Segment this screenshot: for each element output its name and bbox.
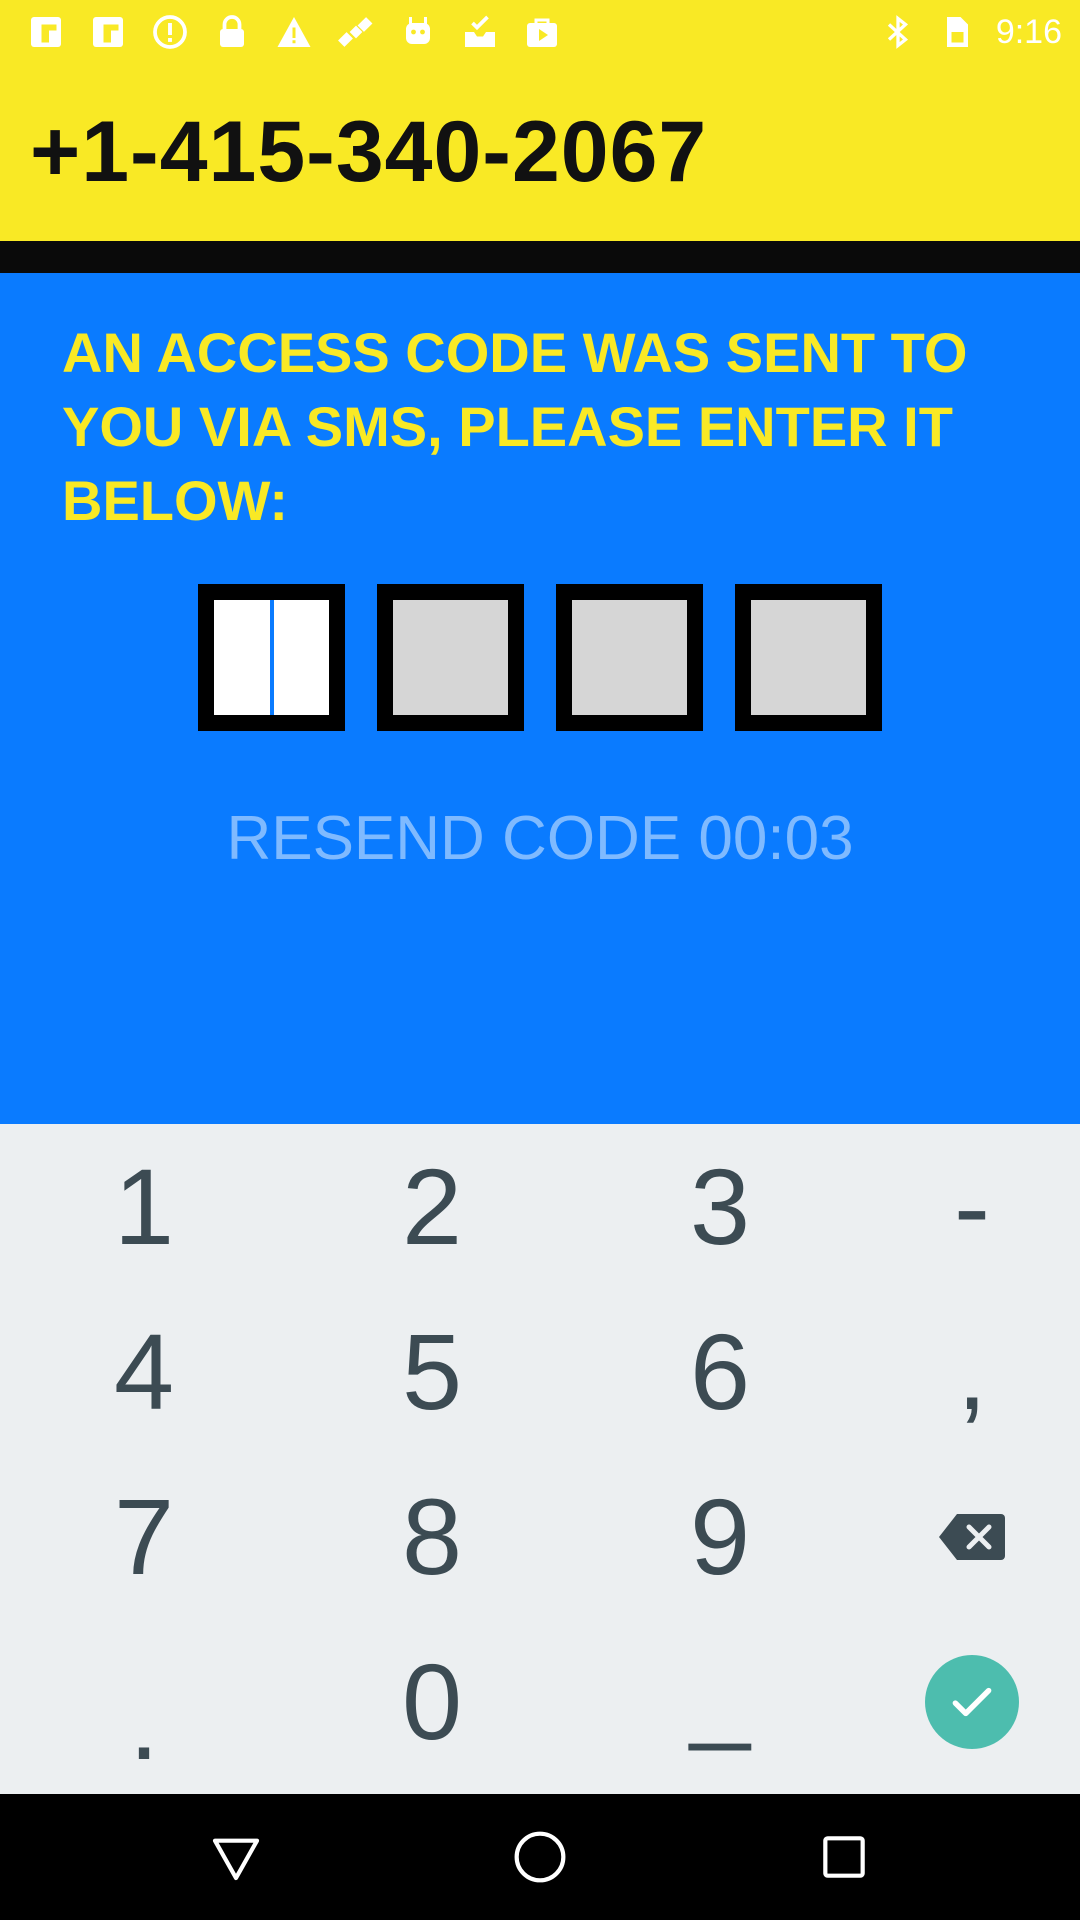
home-icon [514,1831,566,1883]
key-underscore[interactable]: _ [610,1619,830,1784]
key-dash[interactable]: - [862,1124,1080,1289]
flipboard-icon [28,14,64,50]
enter-button[interactable] [925,1654,1019,1749]
backspace-key[interactable] [862,1454,1080,1619]
key-2-label: 2 [401,1145,463,1267]
key-comma-label: , [956,1310,987,1432]
lock-icon [214,14,250,50]
code-digit-2[interactable] [377,584,524,731]
text-cursor [270,600,274,715]
bluetooth-icon [880,14,916,50]
instruction-text: AN ACCESS CODE WAS SENT TO YOU VIA SMS, … [62,321,968,532]
enter-key[interactable] [862,1619,1080,1784]
code-digit-3[interactable] [556,584,703,731]
key-3[interactable]: 3 [610,1124,830,1289]
key-5[interactable]: 5 [322,1289,542,1454]
header: +1-415-340-2067 [0,64,1080,241]
key-period-label: . [128,1660,159,1782]
header-divider [0,241,1080,273]
navigation-bar [0,1794,1080,1920]
checkmark-icon [952,1687,992,1716]
key-comma[interactable]: , [862,1289,1080,1454]
key-6[interactable]: 6 [610,1289,830,1454]
play-store-icon [524,14,560,50]
notification-icons [28,14,560,50]
home-button[interactable] [508,1825,572,1889]
status-time: 9:16 [995,12,1062,51]
recents-icon [823,1836,865,1878]
key-underscore-label: _ [689,1630,751,1752]
warning-icon [276,14,312,50]
satellite-icon [338,14,374,50]
phone-number: +1-415-340-2067 [30,104,708,200]
code-digit-1[interactable] [198,584,345,731]
key-8-label: 8 [401,1475,463,1597]
android-icon [400,14,436,50]
alert-circle-icon [152,14,188,50]
key-5-label: 5 [401,1310,463,1432]
resend-code-button[interactable]: RESEND CODE 00:03 [0,803,1080,874]
key-period[interactable]: . [34,1619,254,1784]
sim-card-icon [938,14,974,50]
key-0-label: 0 [401,1640,463,1762]
code-input-group [198,584,882,731]
back-button[interactable] [204,1825,268,1889]
key-9-label: 9 [689,1475,751,1597]
backspace-icon [939,1513,1005,1560]
status-bar: 9:16 [0,0,1080,64]
key-6-label: 6 [689,1310,751,1432]
system-status: 9:16 [880,13,1062,52]
key-9[interactable]: 9 [610,1454,830,1619]
code-digit-4[interactable] [735,584,882,731]
key-2[interactable]: 2 [322,1124,542,1289]
key-7-label: 7 [113,1475,175,1597]
back-icon [212,1838,260,1881]
verification-panel: AN ACCESS CODE WAS SENT TO YOU VIA SMS, … [0,273,1080,1124]
key-1[interactable]: 1 [34,1124,254,1289]
key-7[interactable]: 7 [34,1454,254,1619]
key-1-label: 1 [113,1145,175,1267]
key-4[interactable]: 4 [34,1289,254,1454]
key-dash-label: - [954,1145,990,1267]
key-4-label: 4 [113,1310,175,1432]
key-8[interactable]: 8 [322,1454,542,1619]
numeric-keyboard: 1 2 3 - 4 5 6 , 7 8 9 . 0 _ [0,1124,1080,1794]
key-3-label: 3 [689,1145,751,1267]
flipboard-icon [90,14,126,50]
recents-button[interactable] [812,1825,876,1889]
key-0[interactable]: 0 [322,1619,542,1784]
inbox-check-icon [462,14,498,50]
